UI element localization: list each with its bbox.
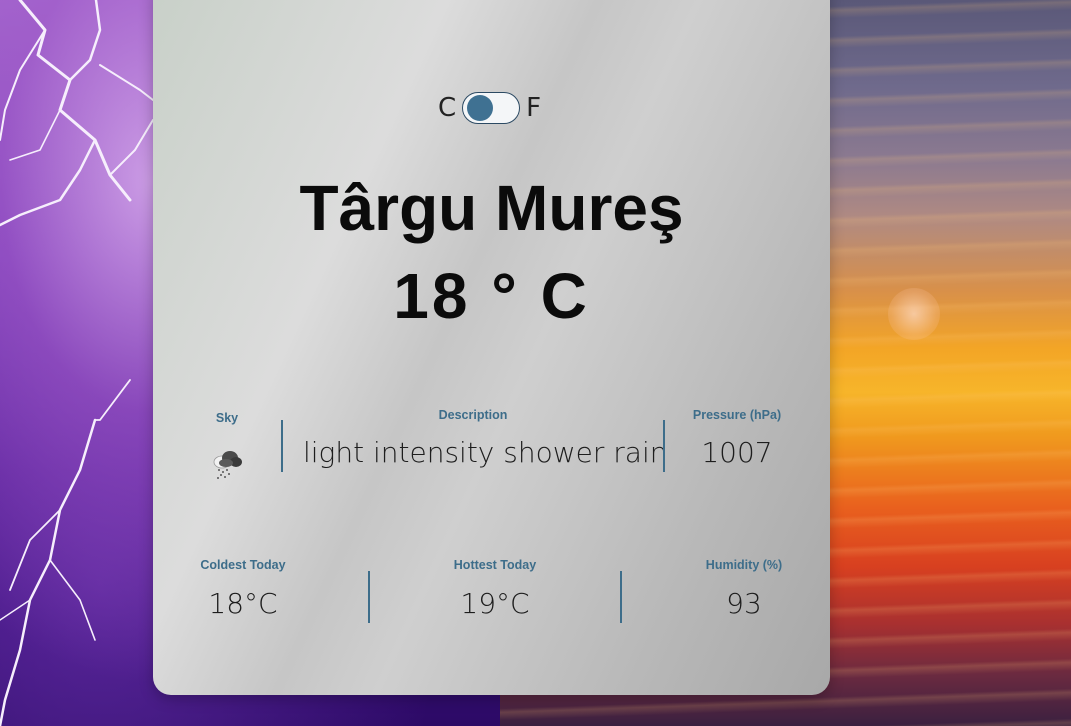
description-label: Description	[438, 408, 508, 422]
unit-toggle: C F	[438, 90, 541, 126]
sun-glow	[888, 288, 940, 340]
divider	[368, 571, 370, 623]
description-value: light intensity shower rain	[303, 436, 668, 469]
city-name: Târgu Mureş	[299, 172, 684, 244]
humidity-value: 93	[726, 587, 762, 620]
fahrenheit-label: F	[526, 93, 542, 123]
weather-app: C F Târgu Mureş 18 ° C Sky Description l…	[0, 0, 1071, 726]
pressure-label: Pressure (hPa)	[692, 408, 782, 422]
current-temperature: 18 ° C	[393, 260, 590, 332]
divider	[663, 420, 665, 472]
humidity-label: Humidity (%)	[705, 558, 783, 572]
coldest-label: Coldest Today	[200, 558, 286, 572]
divider	[281, 420, 283, 472]
hottest-value: 19°C	[460, 587, 530, 620]
celsius-label: C	[438, 93, 457, 123]
switch-knob	[467, 95, 494, 121]
rain-shower-cloud-icon	[209, 448, 245, 482]
pressure-value: 1007	[701, 436, 773, 469]
sky-label: Sky	[215, 411, 239, 425]
coldest-value: 18°C	[208, 587, 278, 620]
divider	[620, 571, 622, 623]
hottest-label: Hottest Today	[453, 558, 537, 572]
unit-switch[interactable]	[462, 92, 521, 124]
